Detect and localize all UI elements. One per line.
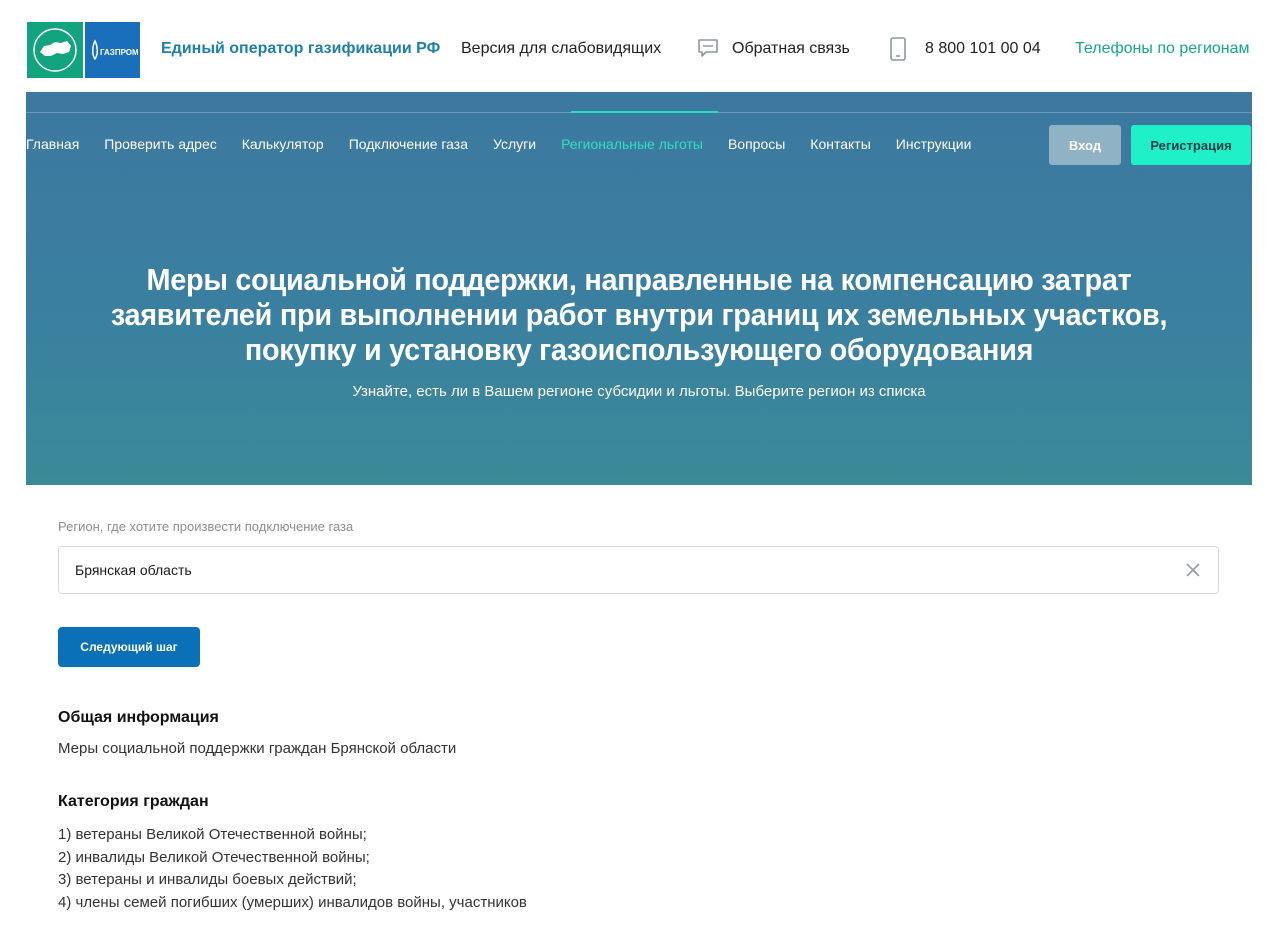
nav-item-gas-connection[interactable]: Подключение газа <box>349 136 468 152</box>
general-info-text: Меры социальной поддержки граждан Брянск… <box>58 740 457 757</box>
close-icon[interactable] <box>1183 560 1203 580</box>
nav-item-instructions[interactable]: Инструкции <box>896 136 972 152</box>
citizen-category-list: 1) ветераны Великой Отечественной войны;… <box>58 824 527 914</box>
region-select-input[interactable] <box>58 546 1219 594</box>
main-nav: Главная Проверить адрес Калькулятор Подк… <box>26 136 996 152</box>
general-info-title: Общая информация <box>58 709 219 726</box>
citizen-category-title: Категория граждан <box>58 793 209 810</box>
region-field-label: Регион, где хотите произвести подключени… <box>58 519 354 534</box>
list-item: 3) ветераны и инвалиды боевых действий; <box>58 871 357 888</box>
nav-item-questions[interactable]: Вопросы <box>728 136 785 152</box>
chat-bubble-icon[interactable] <box>697 37 719 64</box>
gazprom-logo-text: ГАЗПРОМ <box>100 48 138 57</box>
accessibility-link[interactable]: Версия для слабовидящих <box>461 40 661 58</box>
page-title: Меры социальной поддержки, направленные … <box>110 262 1168 367</box>
nav-item-contacts[interactable]: Контакты <box>810 136 870 152</box>
phone-number[interactable]: 8 800 101 00 04 <box>925 40 1041 58</box>
login-button[interactable]: Вход <box>1049 125 1121 165</box>
logo-group[interactable]: ГАЗПРОМ <box>27 22 140 78</box>
nav-active-indicator <box>571 111 718 113</box>
register-button[interactable]: Регистрация <box>1131 125 1251 165</box>
hero-banner: Главная Проверить адрес Калькулятор Подк… <box>26 92 1252 485</box>
russia-map-icon <box>33 28 77 72</box>
nav-item-calculator[interactable]: Калькулятор <box>242 136 324 152</box>
gazification-logo <box>27 22 83 78</box>
mobile-phone-icon <box>889 36 907 67</box>
list-item: 4) члены семей погибших (умерших) инвали… <box>58 893 527 911</box>
list-item: 1) ветераны Великой Отечественной войны; <box>58 826 367 843</box>
gazprom-logo: ГАЗПРОМ <box>85 22 140 78</box>
next-step-button[interactable]: Следующий шаг <box>58 627 200 667</box>
nav-item-services[interactable]: Услуги <box>493 136 536 152</box>
list-item: 2) инвалиды Великой Отечественной войны; <box>58 848 370 866</box>
page-subtitle: Узнайте, есть ли в Вашем регионе субсиди… <box>352 383 926 400</box>
nav-item-home[interactable]: Главная <box>26 136 79 152</box>
top-header: ГАЗПРОМ Единый оператор газификации РФ В… <box>0 0 1274 92</box>
nav-item-check-address[interactable]: Проверить адрес <box>104 136 216 152</box>
feedback-link[interactable]: Обратная связь <box>732 40 850 58</box>
nav-item-regional-benefits[interactable]: Региональные льготы <box>561 136 703 152</box>
regional-phones-link[interactable]: Телефоны по регионам <box>1075 40 1250 58</box>
brand-name[interactable]: Единый оператор газификации РФ <box>161 40 440 58</box>
